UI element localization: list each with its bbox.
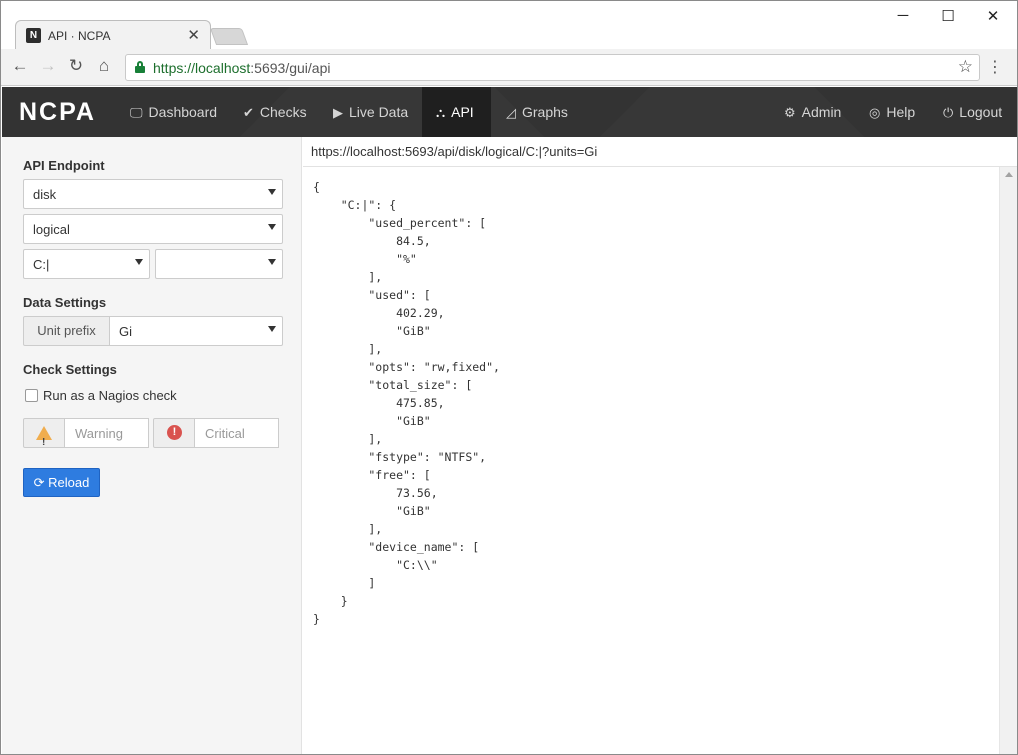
nagios-check-label[interactable]: Run as a Nagios check	[43, 388, 177, 403]
nav-label: Logout	[959, 104, 1003, 120]
browser-window: N API · NCPA ✕ ─ ☐ ✕ ← → ↻ ⌂ https://loc…	[0, 0, 1018, 755]
nav-label: Admin	[801, 104, 842, 120]
nav-label: Dashboard	[148, 104, 218, 120]
warning-icon: !	[36, 426, 52, 448]
nav-checks[interactable]: ✔ Checks	[229, 87, 321, 137]
caret-down-icon	[268, 224, 276, 230]
unit-prefix-label: Unit prefix	[23, 316, 110, 346]
data-settings-heading: Data Settings	[23, 295, 107, 310]
reload-label: Reload	[48, 475, 90, 490]
title-bar: N API · NCPA ✕ ─ ☐ ✕	[1, 1, 1017, 50]
check-icon: ✔	[243, 105, 254, 120]
drive-select[interactable]: C:|	[23, 249, 150, 279]
scroll-up-icon[interactable]	[1005, 172, 1013, 177]
forward-arrow-icon[interactable]: →	[38, 56, 58, 76]
caret-down-icon	[268, 259, 276, 265]
tab-close-icon[interactable]: ✕	[187, 26, 200, 44]
nav-help[interactable]: ◎ Help	[855, 87, 929, 137]
browser-toolbar: ← → ↻ ⌂ https://localhost:5693/gui/api ☆…	[1, 49, 1017, 86]
select-value: C:|	[33, 257, 50, 272]
api-url-bar: https://localhost:5693/api/disk/logical/…	[303, 137, 1017, 167]
sub-endpoint-select[interactable]: logical	[23, 214, 283, 244]
gear-icon: ⚙	[784, 105, 796, 120]
unit-prefix-select[interactable]: Gi	[109, 316, 283, 346]
address-bar[interactable]: https://localhost:5693/gui/api ☆	[125, 54, 980, 81]
nav-api[interactable]: ⛬ API	[422, 87, 491, 137]
ncpa-favicon-icon: N	[26, 28, 41, 43]
nav-label: Live Data	[349, 104, 409, 120]
nav-logout[interactable]: ⏻ Logout	[929, 87, 1016, 137]
critical-placeholder: Critical	[205, 426, 245, 441]
warning-input[interactable]: Warning	[65, 418, 149, 448]
nav-label: Graphs	[522, 104, 568, 120]
lock-icon	[135, 61, 145, 73]
tab-title: API · NCPA	[48, 29, 111, 43]
api-endpoint-heading: API Endpoint	[23, 158, 105, 173]
app-navbar: NCPA 🖵 Dashboard ✔ Checks ▶ Live Data ⛬ API …	[2, 87, 1017, 137]
nav-live-data[interactable]: ▶ Live Data	[319, 87, 422, 137]
nav-label: Help	[886, 104, 916, 120]
json-output: { "C:|": { "used_percent": [ 84.5, "%" ]…	[303, 167, 999, 754]
check-settings-heading: Check Settings	[23, 362, 117, 377]
refresh-icon: ⟳	[33, 475, 45, 490]
extra-select[interactable]	[155, 249, 283, 279]
nav-label: Checks	[259, 104, 307, 120]
close-window-icon[interactable]: ✕	[983, 7, 1003, 25]
select-value: disk	[33, 187, 57, 202]
sitemap-icon: ⛬	[436, 105, 446, 120]
back-arrow-icon[interactable]: ←	[10, 56, 30, 76]
api-url[interactable]: https://localhost:5693/api/disk/logical/…	[311, 144, 597, 159]
reload-page-icon[interactable]: ↻	[66, 56, 86, 76]
maximize-icon[interactable]: ☐	[938, 7, 958, 25]
brand-logo[interactable]: NCPA	[19, 98, 96, 127]
minimize-icon[interactable]: ─	[893, 7, 913, 24]
critical-input[interactable]: Critical	[195, 418, 279, 448]
nav-dashboard[interactable]: 🖵 Dashboard	[116, 87, 231, 137]
browser-tab[interactable]: N API · NCPA ✕	[15, 20, 211, 50]
nav-graphs[interactable]: ◿ Graphs	[492, 87, 582, 137]
area-chart-icon: ◿	[506, 105, 516, 120]
endpoint-select[interactable]: disk	[23, 179, 283, 209]
nav-label: API	[451, 104, 474, 120]
home-icon[interactable]: ⌂	[94, 56, 114, 76]
new-tab-button[interactable]	[209, 28, 249, 45]
monitor-icon: 🖵	[130, 105, 143, 120]
warning-addon: !	[23, 418, 65, 448]
caret-down-icon	[268, 189, 276, 195]
warning-placeholder: Warning	[75, 426, 123, 441]
nav-admin[interactable]: ⚙ Admin	[770, 87, 855, 137]
select-value: Gi	[119, 324, 132, 339]
reload-button[interactable]: ⟳ Reload	[23, 468, 100, 497]
critical-addon: !	[153, 418, 195, 448]
life-ring-icon: ◎	[869, 105, 881, 120]
bookmark-star-icon[interactable]: ☆	[958, 57, 973, 77]
address-url: https://localhost:5693/gui/api	[153, 60, 331, 76]
settings-sidebar: API Endpoint disk logical C:| Data Setti…	[2, 137, 302, 754]
select-value: logical	[33, 222, 70, 237]
critical-icon: !	[167, 425, 182, 440]
output-scrollbar[interactable]	[999, 167, 1017, 754]
caret-down-icon	[268, 326, 276, 332]
caret-down-icon	[135, 259, 143, 265]
play-icon: ▶	[333, 105, 343, 120]
power-icon: ⏻	[943, 105, 954, 120]
browser-menu-icon[interactable]: ⋮	[987, 57, 1003, 77]
json-output-text: { "C:|": { "used_percent": [ 84.5, "%" ]…	[313, 180, 500, 626]
nagios-check-checkbox[interactable]	[25, 389, 38, 402]
